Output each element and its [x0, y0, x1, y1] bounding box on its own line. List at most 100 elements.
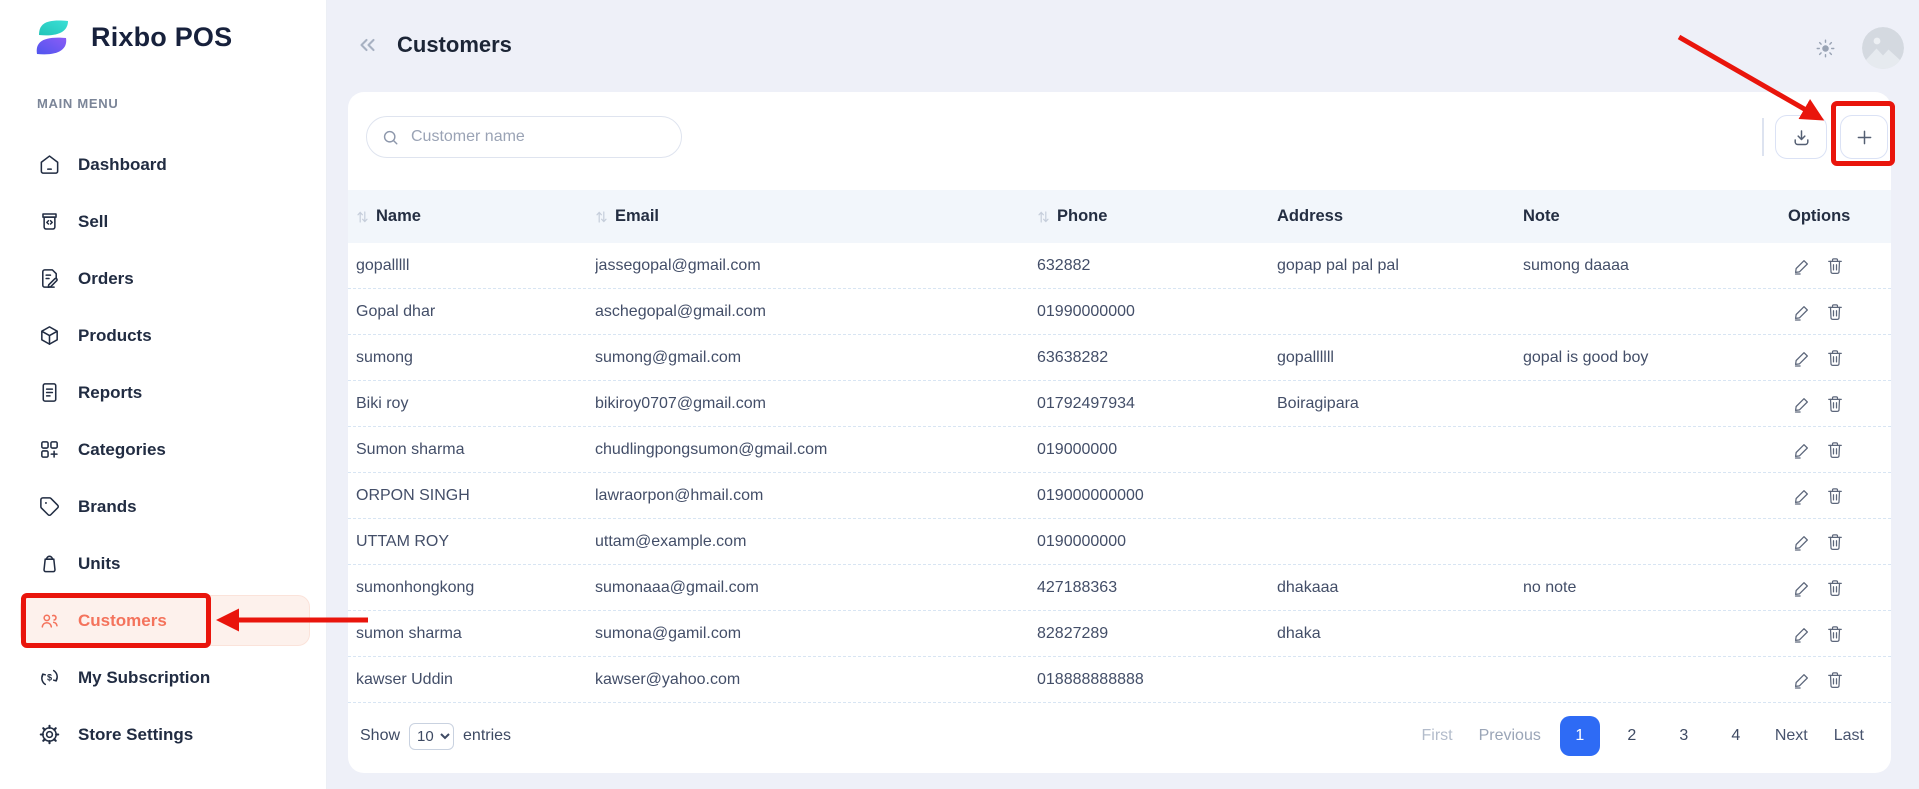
trash-icon [1825, 302, 1845, 322]
pencil-icon [1792, 486, 1812, 506]
page-size-select[interactable]: 10 [409, 723, 454, 750]
download-icon [1791, 127, 1812, 148]
column-label: Name [376, 207, 421, 226]
brand-name: Rixbo POS [91, 22, 232, 53]
pencil-icon [1792, 624, 1812, 644]
cell-name: sumonhongkong [356, 579, 595, 597]
cell-phone: 018888888888 [1037, 671, 1277, 689]
column-header-options: Options [1788, 207, 1891, 226]
sidebar-item-dashboard[interactable]: Dashboard [0, 136, 327, 193]
sidebar-item-label: Units [78, 554, 121, 574]
column-header-email[interactable]: Email [595, 207, 1037, 226]
edit-customer-button[interactable] [1792, 302, 1812, 322]
category-grid-plus-icon [38, 438, 61, 461]
sidebar-item-store-settings[interactable]: Store Settings [0, 706, 327, 763]
trash-icon [1825, 348, 1845, 368]
cell-name: Sumon sharma [356, 441, 595, 459]
home-icon [38, 153, 61, 176]
cell-name: ORPON SINGH [356, 487, 595, 505]
edit-customer-button[interactable] [1792, 348, 1812, 368]
rixbo-logo-icon [30, 14, 76, 60]
trash-icon [1825, 486, 1845, 506]
column-label: Note [1523, 207, 1560, 226]
sidebar-item-customers[interactable]: Customers [0, 592, 327, 649]
edit-customer-button[interactable] [1792, 532, 1812, 552]
sidebar-item-brands[interactable]: Brands [0, 478, 327, 535]
edit-customer-button[interactable] [1792, 670, 1812, 690]
add-customer-button[interactable] [1840, 115, 1888, 159]
brand: Rixbo POS [30, 14, 232, 60]
delete-customer-button[interactable] [1825, 348, 1845, 368]
pager-previous[interactable]: Previous [1466, 727, 1554, 745]
edit-customer-button[interactable] [1792, 440, 1812, 460]
cell-options [1788, 670, 1891, 690]
cell-phone: 427188363 [1037, 579, 1277, 597]
tag-icon [38, 495, 61, 518]
cell-name: gopalllll [356, 257, 595, 275]
sidebar-item-my-subscription[interactable]: $ My Subscription [0, 649, 327, 706]
export-download-button[interactable] [1775, 115, 1827, 159]
sidebar-item-label: Store Settings [78, 725, 193, 745]
sidebar-item-label: Reports [78, 383, 142, 403]
cell-phone: 019000000 [1037, 441, 1277, 459]
customer-search-input[interactable] [411, 128, 667, 146]
cell-name: sumon sharma [356, 625, 595, 643]
search-icon [381, 128, 400, 147]
edit-customer-button[interactable] [1792, 486, 1812, 506]
sort-icon [1037, 210, 1051, 224]
cell-options [1788, 256, 1891, 276]
delete-customer-button[interactable] [1825, 670, 1845, 690]
delete-customer-button[interactable] [1825, 624, 1845, 644]
sidebar-item-label: Products [78, 326, 152, 346]
cell-options [1788, 532, 1891, 552]
delete-customer-button[interactable] [1825, 532, 1845, 552]
pager-page-4[interactable]: 4 [1716, 716, 1756, 756]
sidebar-item-products[interactable]: Products [0, 307, 327, 364]
pager-page-2[interactable]: 2 [1612, 716, 1652, 756]
delete-customer-button[interactable] [1825, 302, 1845, 322]
customers-card: Name Email Phone Address Note Options [348, 92, 1891, 773]
sidebar-item-categories[interactable]: Categories [0, 421, 327, 478]
sidebar-item-units[interactable]: Units [0, 535, 327, 592]
cell-email: sumonaaa@gmail.com [595, 579, 1037, 597]
cell-email: uttam@example.com [595, 533, 1037, 551]
pagination-bar: Show 10 entries First Previous 1 2 3 4 N… [360, 712, 1877, 760]
cell-name: Biki roy [356, 395, 595, 413]
column-header-phone[interactable]: Phone [1037, 207, 1277, 226]
edit-customer-button[interactable] [1792, 394, 1812, 414]
delete-customer-button[interactable] [1825, 486, 1845, 506]
pager-last[interactable]: Last [1821, 727, 1877, 745]
box-icon [38, 324, 61, 347]
cell-options [1788, 486, 1891, 506]
pager-page-3[interactable]: 3 [1664, 716, 1704, 756]
cell-address: Boiragipara [1277, 395, 1523, 413]
table-row: Sumon sharma chudlingpongsumon@gmail.com… [348, 427, 1891, 473]
cell-address: dhakaaa [1277, 579, 1523, 597]
edit-customer-button[interactable] [1792, 578, 1812, 598]
user-avatar[interactable] [1862, 27, 1904, 69]
cell-phone: 63638282 [1037, 349, 1277, 367]
pager-first[interactable]: First [1408, 727, 1465, 745]
cell-address: dhaka [1277, 625, 1523, 643]
delete-customer-button[interactable] [1825, 256, 1845, 276]
column-header-name[interactable]: Name [356, 207, 595, 226]
pager-next[interactable]: Next [1762, 727, 1821, 745]
sidebar-item-label: Dashboard [78, 155, 167, 175]
edit-customer-button[interactable] [1792, 256, 1812, 276]
pencil-icon [1792, 256, 1812, 276]
trash-icon [1825, 256, 1845, 276]
cell-email: lawraorpon@hmail.com [595, 487, 1037, 505]
collapse-sidebar-icon[interactable] [355, 33, 379, 62]
delete-customer-button[interactable] [1825, 394, 1845, 414]
delete-customer-button[interactable] [1825, 578, 1845, 598]
sidebar-item-orders[interactable]: Orders [0, 250, 327, 307]
delete-customer-button[interactable] [1825, 440, 1845, 460]
page-size-control: Show 10 entries [360, 723, 511, 750]
edit-customer-button[interactable] [1792, 624, 1812, 644]
svg-text:$: $ [47, 673, 52, 683]
pager-page-1[interactable]: 1 [1560, 716, 1600, 756]
theme-toggle-sun-icon[interactable] [1814, 37, 1837, 65]
sidebar-item-sell[interactable]: Sell [0, 193, 327, 250]
entries-label: entries [463, 727, 511, 745]
sidebar-item-reports[interactable]: Reports [0, 364, 327, 421]
